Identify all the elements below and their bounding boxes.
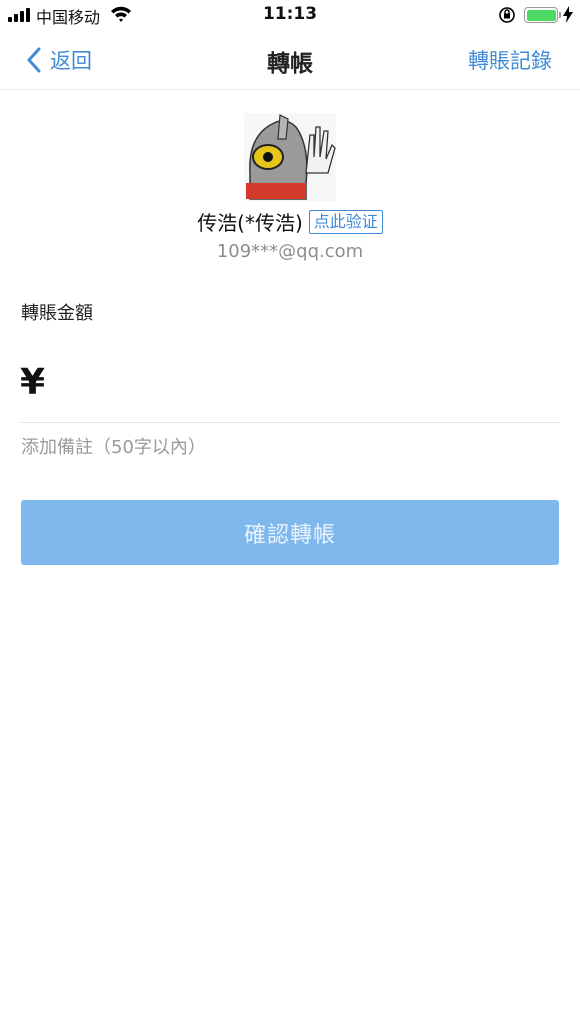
- status-bar: 中国移动 11:13: [0, 0, 580, 30]
- transfer-screen: 中国移动 11:13 返回 轉帳 轉賬記錄 传浩(*传浩) 点此验证 109**…: [0, 0, 580, 1031]
- battery-icon: [524, 7, 558, 23]
- note-input[interactable]: [21, 432, 559, 462]
- amount-label: 轉賬金額: [21, 303, 93, 324]
- divider: [21, 422, 559, 423]
- nav-bar: 返回 轉帳 轉賬記錄: [0, 30, 580, 90]
- payee-name: 传浩(*传浩): [197, 211, 303, 235]
- verify-button[interactable]: 点此验证: [308, 209, 383, 234]
- payee-row: 传浩(*传浩) 点此验证: [0, 207, 580, 236]
- charging-bolt-icon: [563, 6, 573, 23]
- status-time: 11:13: [262, 4, 318, 24]
- currency-symbol: ¥: [20, 362, 46, 403]
- avatar[interactable]: [244, 113, 336, 201]
- orientation-lock-icon: [499, 7, 515, 23]
- amount-input[interactable]: [62, 364, 558, 406]
- confirm-transfer-button[interactable]: 確認轉帳: [21, 500, 559, 565]
- payee-email: 109***@qq.com: [216, 241, 364, 262]
- transfer-records-link[interactable]: 轉賬記錄: [468, 45, 552, 75]
